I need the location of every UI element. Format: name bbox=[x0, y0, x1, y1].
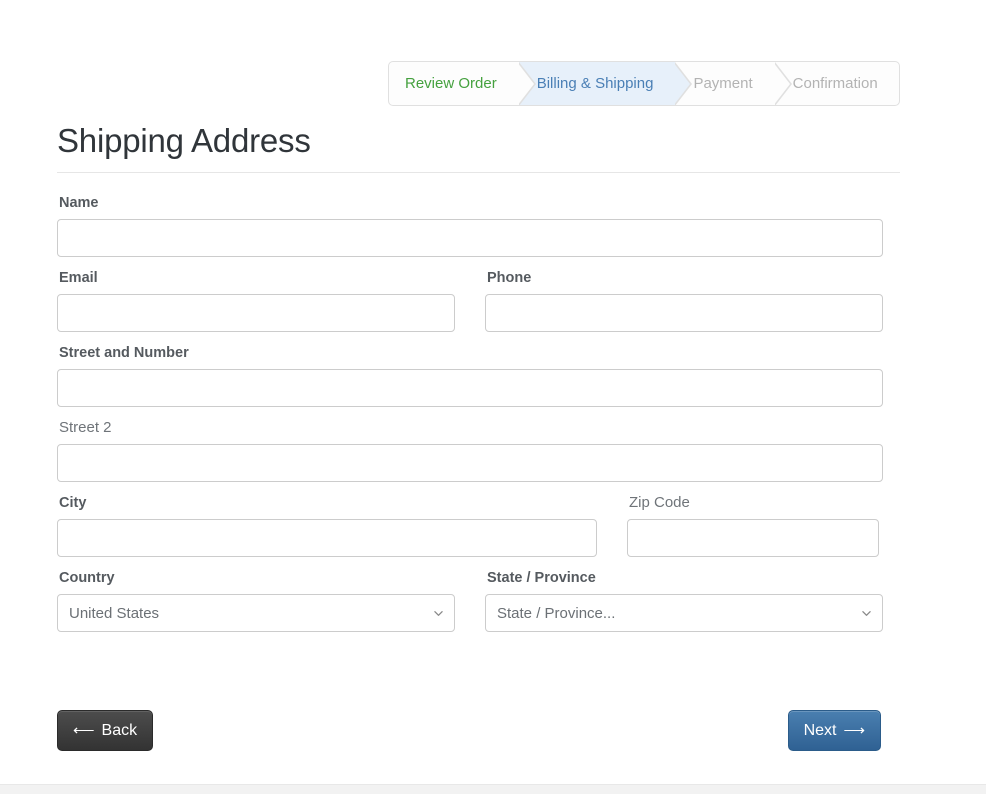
street2-label: Street 2 bbox=[59, 419, 112, 436]
street-input[interactable] bbox=[57, 369, 883, 407]
field-country: Country United States bbox=[57, 569, 455, 632]
field-phone: Phone bbox=[485, 269, 883, 332]
country-select-wrap: United States bbox=[57, 594, 455, 632]
name-label: Name bbox=[59, 195, 99, 211]
zip-input[interactable] bbox=[627, 519, 879, 557]
state-select-wrap: State / Province... bbox=[485, 594, 883, 632]
phone-input[interactable] bbox=[485, 294, 883, 332]
arrow-right-icon: ⟶ bbox=[843, 722, 865, 739]
step-chevron-inner-icon bbox=[772, 62, 790, 105]
back-button[interactable]: ⟵ Back bbox=[57, 710, 154, 751]
checkout-steps: Review Order Billing & Shipping Payment … bbox=[388, 61, 900, 106]
name-input[interactable] bbox=[57, 219, 883, 257]
field-street: Street and Number bbox=[57, 344, 883, 407]
field-email: Email bbox=[57, 269, 455, 332]
next-button-label: Next bbox=[803, 721, 837, 739]
form-row-city-zip: City Zip Code bbox=[57, 494, 900, 557]
zip-label: Zip Code bbox=[629, 494, 690, 511]
shipping-address-form: Name Email Phone Street and Number Stree… bbox=[57, 194, 900, 644]
step-review-order[interactable]: Review Order bbox=[389, 62, 536, 105]
field-zip: Zip Code bbox=[627, 494, 879, 557]
country-select[interactable]: United States bbox=[57, 594, 455, 632]
street-label: Street and Number bbox=[59, 345, 189, 361]
state-select[interactable]: State / Province... bbox=[485, 594, 883, 632]
state-label: State / Province bbox=[487, 570, 596, 586]
step-confirmation-label: Confirmation bbox=[792, 75, 878, 92]
city-label: City bbox=[59, 495, 87, 511]
breadcrumb: Review Order Billing & Shipping Payment … bbox=[388, 61, 900, 106]
field-state: State / Province State / Province... bbox=[485, 569, 883, 632]
step-chevron-inner-icon bbox=[673, 62, 691, 105]
form-row-country-state: Country United States State / Province S… bbox=[57, 569, 900, 632]
next-button[interactable]: Next ⟶ bbox=[787, 710, 881, 751]
phone-label: Phone bbox=[487, 270, 532, 286]
form-row-email-phone: Email Phone bbox=[57, 269, 900, 332]
step-billing-shipping-label: Billing & Shipping bbox=[536, 75, 654, 92]
step-billing-shipping[interactable]: Billing & Shipping bbox=[518, 62, 693, 105]
title-divider bbox=[57, 172, 900, 173]
field-street2: Street 2 bbox=[57, 419, 883, 482]
form-row-street: Street and Number bbox=[57, 344, 900, 407]
form-row-street2: Street 2 bbox=[57, 419, 900, 482]
checkout-page: Review Order Billing & Shipping Payment … bbox=[0, 0, 986, 784]
email-label: Email bbox=[59, 270, 98, 286]
form-row-name: Name bbox=[57, 194, 900, 257]
page-title: Shipping Address bbox=[57, 122, 311, 159]
step-review-order-label: Review Order bbox=[405, 75, 497, 92]
street2-input[interactable] bbox=[57, 444, 883, 482]
email-input[interactable] bbox=[57, 294, 455, 332]
back-button-label: Back bbox=[101, 721, 138, 739]
country-label: Country bbox=[59, 570, 115, 586]
step-confirmation[interactable]: Confirmation bbox=[775, 62, 896, 105]
arrow-left-icon: ⟵ bbox=[73, 722, 95, 739]
city-input[interactable] bbox=[57, 519, 597, 557]
form-actions: ⟵ Back Next ⟶ bbox=[57, 710, 900, 752]
field-city: City bbox=[57, 494, 597, 557]
step-chevron-inner-icon bbox=[516, 62, 534, 105]
field-name: Name bbox=[57, 194, 883, 257]
